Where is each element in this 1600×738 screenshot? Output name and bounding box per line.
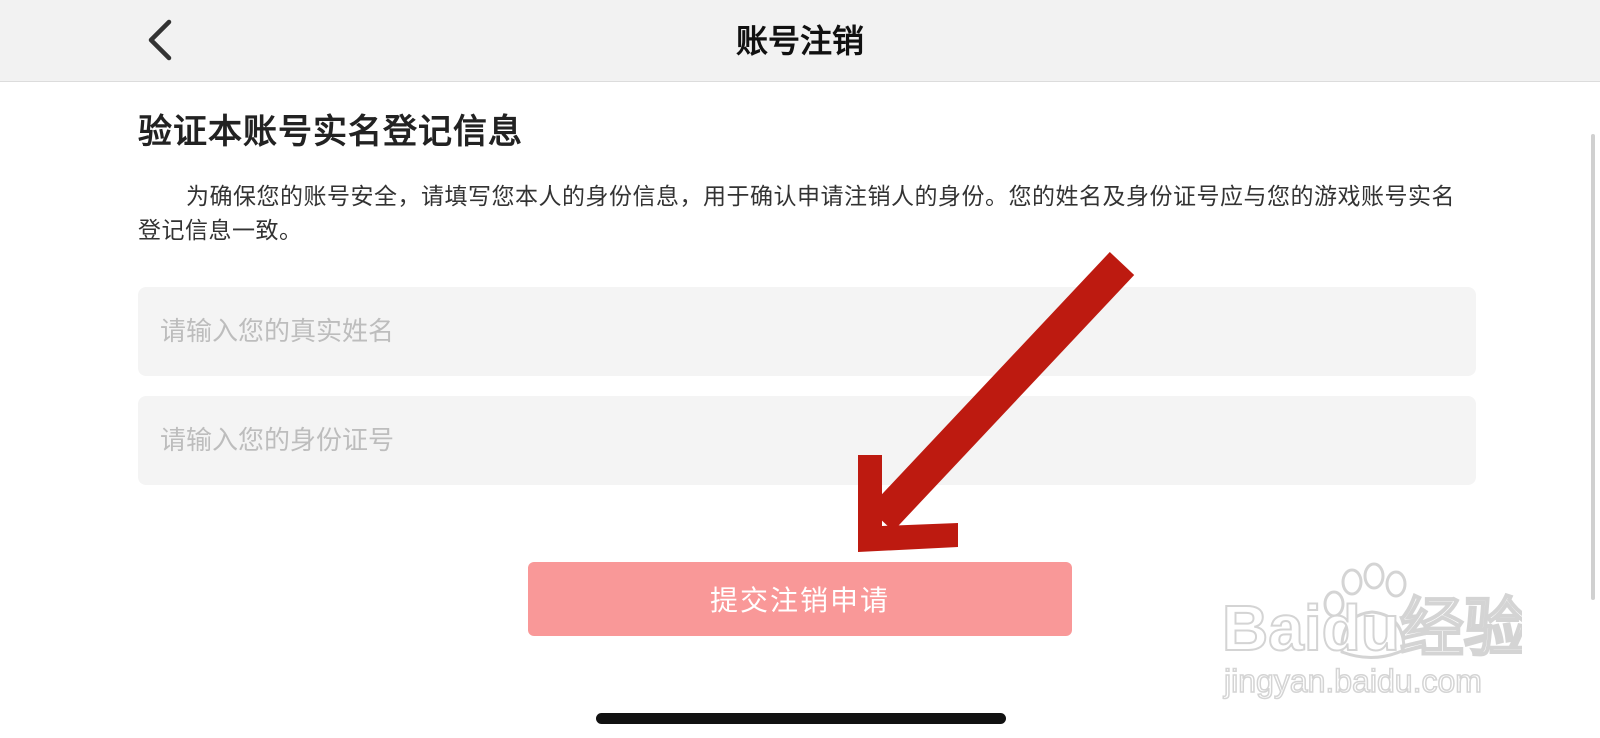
real-name-input[interactable] xyxy=(158,315,1456,348)
real-name-field[interactable] xyxy=(138,287,1476,376)
home-indicator[interactable] xyxy=(596,713,1006,724)
page-title: 账号注销 xyxy=(735,22,864,60)
svg-text:Baidu经验: Baidu经验 xyxy=(1222,592,1522,664)
id-number-field[interactable] xyxy=(138,396,1476,485)
account-deletion-screen: 账号注销 验证本账号实名登记信息 为确保您的账号安全，请填写您本人的身份信息，用… xyxy=(0,0,1600,738)
section-title: 验证本账号实名登记信息 xyxy=(138,112,523,152)
id-number-input[interactable] xyxy=(158,424,1456,457)
svg-text:jingyan.baidu.com: jingyan.baidu.com xyxy=(1223,663,1482,699)
chevron-left-icon xyxy=(148,19,172,61)
submit-deletion-button[interactable]: 提交注销申请 xyxy=(528,562,1072,636)
verification-description: 为确保您的账号安全，请填写您本人的身份信息，用于确认申请注销人的身份。您的姓名及… xyxy=(138,184,1455,244)
baidu-jingyan-watermark: Baidu经验 jingyan.baidu.com xyxy=(1222,562,1522,700)
back-button[interactable] xyxy=(138,16,182,64)
scrollbar[interactable] xyxy=(1591,134,1595,600)
navigation-bar: 账号注销 xyxy=(0,0,1600,82)
